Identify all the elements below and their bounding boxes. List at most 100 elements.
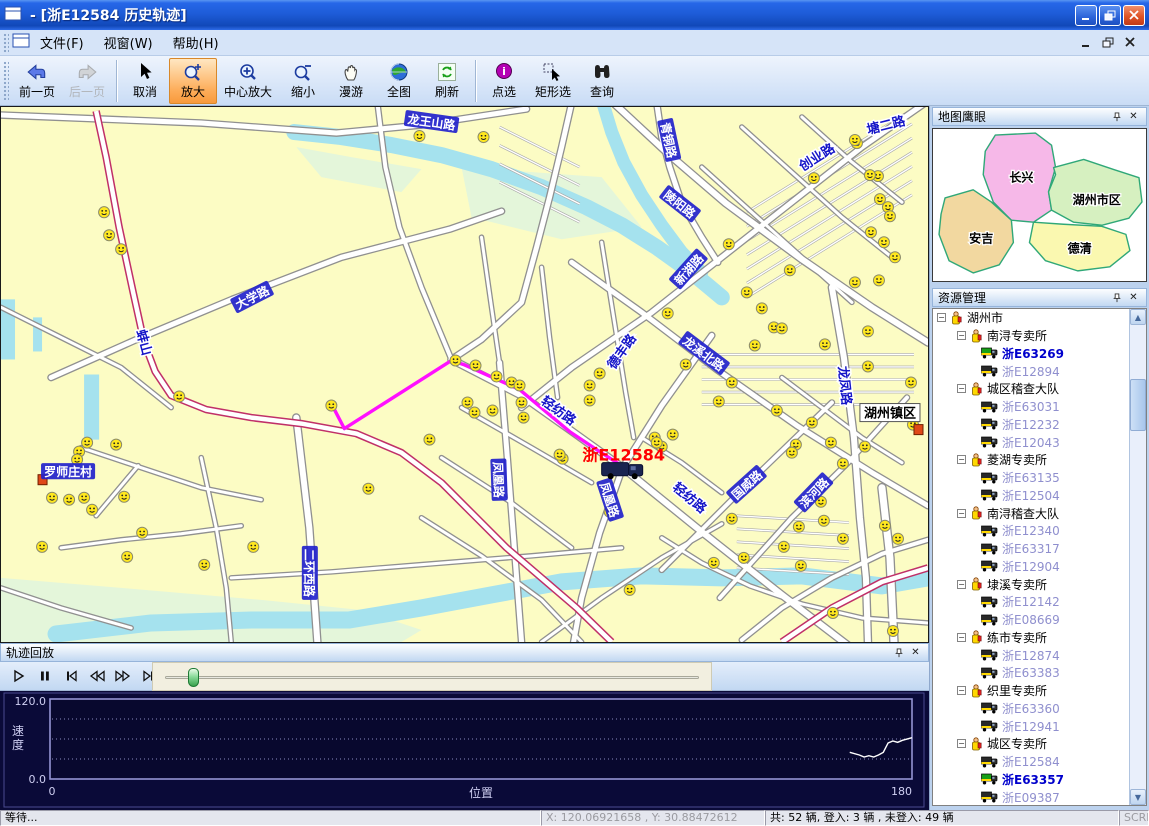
vehicle-smiley-marker[interactable] [554,449,565,460]
vehicle-smiley-marker[interactable] [771,405,782,416]
toolbar-button-放大[interactable]: 放大 [169,58,217,104]
pin-icon[interactable] [891,646,906,660]
vehicle-smiley-marker[interactable] [849,135,860,146]
vehicle-smiley-marker[interactable] [326,400,337,411]
toolbar-button-缩小[interactable]: 缩小 [279,58,327,104]
vehicle-smiley-marker[interactable] [584,380,595,391]
restore-button[interactable] [1099,5,1121,26]
toolbar-button-全图[interactable]: 全图 [375,58,423,104]
menu-item-1[interactable]: 视窗(W) [94,30,163,55]
tree-group-node[interactable]: −练市专卖所 [933,629,1129,647]
scroll-up-icon[interactable]: ▲ [1130,309,1146,325]
tree-root-node[interactable]: −湖州市 [933,309,1129,327]
tree-expander[interactable]: − [937,313,946,322]
scrollbar-thumb[interactable] [1130,379,1146,431]
vehicle-smiley-marker[interactable] [862,361,873,372]
vehicle-smiley-marker[interactable] [199,559,210,570]
pin-icon[interactable] [1109,291,1124,305]
vehicle-smiley-marker[interactable] [662,308,673,319]
vehicle-smiley-marker[interactable] [248,541,259,552]
slider-thumb[interactable] [188,668,199,687]
overview-minimap[interactable]: 长兴湖州市区安吉德清 [932,128,1147,282]
vehicle-smiley-marker[interactable] [873,275,884,286]
vehicle-smiley-marker[interactable] [363,483,374,494]
vehicle-smiley-marker[interactable] [865,227,876,238]
close-icon[interactable]: ✕ [1126,110,1141,124]
vehicle-smiley-marker[interactable] [137,527,148,538]
vehicle-smiley-marker[interactable] [122,551,133,562]
mdi-minimize-button[interactable] [1077,35,1095,51]
vehicle-smiley-marker[interactable] [594,368,605,379]
vehicle-smiley-marker[interactable] [818,515,829,526]
vehicle-smiley-marker[interactable] [905,377,916,388]
close-button[interactable] [1123,5,1145,26]
vehicle-smiley-marker[interactable] [487,405,498,416]
tree-group-node[interactable]: −埭溪专卖所 [933,575,1129,593]
tree-vehicle-node[interactable]: 浙E63031 [933,398,1129,416]
close-icon[interactable]: ✕ [1126,291,1141,305]
tree-expander[interactable]: − [957,509,966,518]
tree-vehicle-node[interactable]: 浙E08669 [933,611,1129,629]
vehicle-smiley-marker[interactable] [478,132,489,143]
toolbar-grip[interactable] [3,61,9,100]
vehicle-smiley-marker[interactable] [174,391,185,402]
tree-vehicle-node[interactable]: 浙E12584 [933,753,1129,771]
vehicle-smiley-marker[interactable] [624,584,635,595]
vehicle-smiley-marker[interactable] [726,513,737,524]
tree-vehicle-node[interactable]: 浙E63317 [933,540,1129,558]
vehicle-smiley-marker[interactable] [111,439,122,450]
tree-expander[interactable]: − [957,580,966,589]
vehicle-smiley-marker[interactable] [680,359,691,370]
tree-vehicle-node[interactable]: 浙E63360 [933,700,1129,718]
vehicle-smiley-marker[interactable] [889,252,900,263]
vehicle-smiley-marker[interactable] [584,395,595,406]
vehicle-smiley-marker[interactable] [518,412,529,423]
vehicle-smiley-marker[interactable] [864,170,875,181]
vehicle-smiley-marker[interactable] [819,339,830,350]
tree-vehicle-node[interactable]: 浙E12894 [933,362,1129,380]
vehicle-smiley-marker[interactable] [879,520,890,531]
scroll-down-icon[interactable]: ▼ [1130,789,1146,805]
vehicle-smiley-marker[interactable] [776,323,787,334]
fast-forward-button[interactable] [110,664,136,688]
vehicle-smiley-marker[interactable] [884,211,895,222]
pause-button[interactable] [32,664,58,688]
vehicle-smiley-marker[interactable] [119,491,130,502]
vehicle-smiley-marker[interactable] [491,371,502,382]
vehicle-smiley-marker[interactable] [741,287,752,298]
tree-expander[interactable]: − [957,633,966,642]
toolbar-button-查询[interactable]: 查询 [578,58,626,104]
vehicle-smiley-marker[interactable] [514,380,525,391]
vehicle-smiley-marker[interactable] [37,541,48,552]
vehicle-smiley-marker[interactable] [104,230,115,241]
vehicle-smiley-marker[interactable] [424,434,435,445]
vehicle-smiley-marker[interactable] [827,607,838,618]
vehicle-smiley-marker[interactable] [756,303,767,314]
pin-icon[interactable] [1109,110,1124,124]
toolbar-button-漫游[interactable]: 漫游 [327,58,375,104]
vehicle-smiley-marker[interactable] [749,340,760,351]
tree-vehicle-node[interactable]: 浙E12340 [933,522,1129,540]
vehicle-smiley-marker[interactable] [713,396,724,407]
tree-vehicle-node[interactable]: 浙E12232 [933,416,1129,434]
playback-slider[interactable] [152,662,712,691]
vehicle-smiley-marker[interactable] [786,447,797,458]
vehicle-smiley-marker[interactable] [79,492,90,503]
vehicle-smiley-marker[interactable] [726,377,737,388]
menu-item-0[interactable]: 文件(F) [30,30,94,55]
toolbar-button-矩形选[interactable]: 矩形选 [528,58,578,104]
toolbar-button-点选[interactable]: i点选 [480,58,528,104]
vehicle-smiley-marker[interactable] [516,397,527,408]
tree-expander[interactable]: − [957,739,966,748]
tree-expander[interactable]: − [957,384,966,393]
mdi-close-button[interactable] [1121,35,1139,51]
close-icon[interactable]: ✕ [908,646,923,660]
toolbar-button-前一页[interactable]: 前一页 [12,58,62,104]
toolbar-button-刷新[interactable]: 刷新 [423,58,471,104]
toolbar-grip[interactable] [3,33,9,53]
vehicle-smiley-marker[interactable] [414,131,425,142]
vehicle-smiley-marker[interactable] [878,237,889,248]
vehicle-smiley-marker[interactable] [784,265,795,276]
toolbar-button-取消[interactable]: 取消 [121,58,169,104]
vehicle-smiley-marker[interactable] [116,244,127,255]
